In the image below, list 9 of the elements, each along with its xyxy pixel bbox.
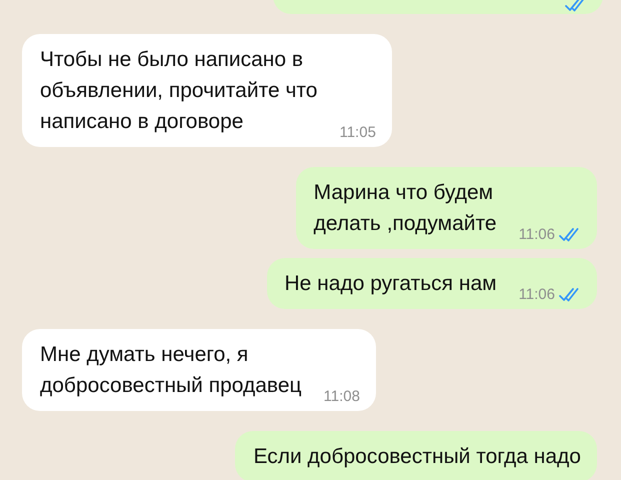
message-text: Не надо ругаться нам xyxy=(284,271,497,297)
message-time: 11:05 xyxy=(339,124,376,141)
message-text: Если добросовестный тогда надо xyxy=(253,444,581,470)
message-time: 11:08 xyxy=(324,388,360,405)
message-text: Марина что будем делать ,подумайте xyxy=(314,180,497,237)
message-time: 11:06 xyxy=(518,226,555,243)
message-text: Мне думать нечего, я добросовестный продавец xyxy=(40,342,302,399)
message-text: Чтобы не было написано в объявлении, прочитайте что написано в договоре xyxy=(40,47,318,135)
message-time: 11:06 xyxy=(518,286,555,303)
